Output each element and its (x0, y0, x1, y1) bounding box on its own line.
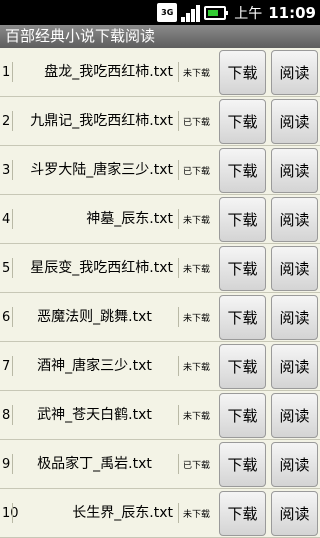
novel-title: 极品家丁_禹岩.txt (37, 456, 152, 472)
list-item: 10 长生界_辰东.txt 未下载 下载 阅读 (0, 489, 320, 538)
novel-title: 酒神_唐家三少.txt (37, 358, 152, 374)
download-button[interactable]: 下载 (219, 197, 266, 242)
read-button[interactable]: 阅读 (271, 491, 318, 536)
clock-time: 11:09 (268, 3, 316, 22)
read-button[interactable]: 阅读 (271, 50, 318, 95)
divider (12, 209, 13, 229)
clock-ampm: 上午 (234, 5, 263, 22)
novel-title: 武神_苍天白鹤.txt (37, 407, 152, 423)
download-button[interactable]: 下载 (219, 491, 266, 536)
read-button[interactable]: 阅读 (271, 246, 318, 291)
status-bar: 3G 上午 11:09 (0, 0, 320, 25)
divider (12, 356, 13, 376)
download-button[interactable]: 下载 (219, 50, 266, 95)
app-title-bar: 百部经典小说下载阅读 (0, 25, 320, 48)
divider (178, 62, 179, 82)
download-button[interactable]: 下载 (219, 393, 266, 438)
divider (12, 405, 13, 425)
novel-title: 盘龙_我吃西红柿.txt (44, 64, 173, 80)
read-button[interactable]: 阅读 (271, 393, 318, 438)
read-button[interactable]: 阅读 (271, 344, 318, 389)
app-title: 百部经典小说下载阅读 (5, 27, 156, 45)
novel-title: 神墓_辰东.txt (86, 211, 173, 227)
list-item: 3 斗罗大陆_唐家三少.txt 已下载 下载 阅读 (0, 146, 320, 195)
read-button[interactable]: 阅读 (271, 197, 318, 242)
download-button[interactable]: 下载 (219, 99, 266, 144)
divider (178, 111, 179, 131)
divider (12, 454, 13, 474)
divider (178, 258, 179, 278)
download-button[interactable]: 下载 (219, 442, 266, 487)
list-item: 1 盘龙_我吃西红柿.txt 未下载 下载 阅读 (0, 48, 320, 97)
novel-title: 长生界_辰东.txt (72, 505, 173, 521)
download-status: 未下载 (183, 362, 211, 373)
divider (178, 454, 179, 474)
divider (178, 356, 179, 376)
divider (178, 209, 179, 229)
download-status: 已下载 (183, 117, 211, 128)
novel-title: 星辰变_我吃西红柿.txt (30, 260, 173, 276)
read-button[interactable]: 阅读 (271, 442, 318, 487)
divider (12, 503, 13, 523)
read-button[interactable]: 阅读 (271, 99, 318, 144)
list-item: 4 神墓_辰东.txt 未下载 下载 阅读 (0, 195, 320, 244)
download-button[interactable]: 下载 (219, 344, 266, 389)
download-button[interactable]: 下载 (219, 148, 266, 193)
download-status: 未下载 (183, 411, 211, 422)
download-status: 未下载 (183, 215, 211, 226)
battery-icon (204, 5, 229, 20)
divider (12, 62, 13, 82)
divider (178, 405, 179, 425)
download-status: 未下载 (183, 68, 211, 79)
divider (12, 160, 13, 180)
download-status: 已下载 (183, 460, 211, 471)
divider (178, 307, 179, 327)
read-button[interactable]: 阅读 (271, 295, 318, 340)
novel-title: 恶魔法则_跳舞.txt (37, 309, 152, 325)
list-item: 8 武神_苍天白鹤.txt 未下载 下载 阅读 (0, 391, 320, 440)
download-status: 未下载 (183, 509, 211, 520)
download-button[interactable]: 下载 (219, 295, 266, 340)
signal-strength-icon (181, 3, 201, 22)
novel-title: 斗罗大陆_唐家三少.txt (30, 162, 173, 178)
download-button[interactable]: 下载 (219, 246, 266, 291)
novel-title: 九鼎记_我吃西红柿.txt (30, 113, 173, 129)
read-button[interactable]: 阅读 (271, 148, 318, 193)
divider (178, 503, 179, 523)
divider (12, 307, 13, 327)
divider (12, 111, 13, 131)
list-item: 5 星辰变_我吃西红柿.txt 未下载 下载 阅读 (0, 244, 320, 293)
list-item: 6 恶魔法则_跳舞.txt 未下载 下载 阅读 (0, 293, 320, 342)
list-item: 7 酒神_唐家三少.txt 未下载 下载 阅读 (0, 342, 320, 391)
divider (178, 160, 179, 180)
download-status: 未下载 (183, 313, 211, 324)
download-status: 未下载 (183, 264, 211, 275)
divider (12, 258, 13, 278)
status-icons: 3G 上午 11:09 (157, 3, 316, 22)
list-item: 2 九鼎记_我吃西红柿.txt 已下载 下载 阅读 (0, 97, 320, 146)
download-status: 已下载 (183, 166, 211, 177)
network-3g-icon: 3G (157, 3, 178, 22)
list-item: 9 极品家丁_禹岩.txt 已下载 下载 阅读 (0, 440, 320, 489)
